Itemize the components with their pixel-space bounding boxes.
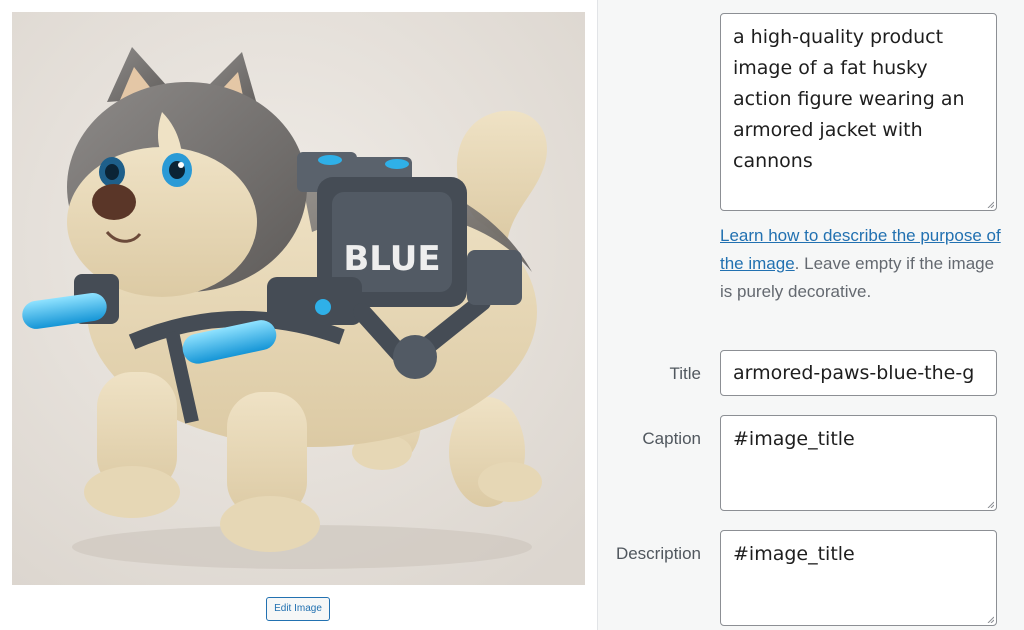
caption-field[interactable]: #image_title xyxy=(720,415,997,511)
resize-grip-icon[interactable] xyxy=(986,500,994,508)
alt-text-help: Learn how to describe the purpose of the… xyxy=(720,222,1010,306)
image-preview: BLUE xyxy=(12,12,585,585)
description-field[interactable]: #image_title xyxy=(720,530,997,626)
attachment-details-panel: a high-quality product image of a fat hu… xyxy=(597,0,1024,630)
description-value: #image_title xyxy=(733,543,855,565)
resize-grip-icon[interactable] xyxy=(986,200,994,208)
jacket-label: BLUE xyxy=(343,239,440,279)
caption-value: #image_title xyxy=(733,428,855,450)
image-preview-pane: BLUE Edit Image xyxy=(0,0,597,630)
resize-grip-icon[interactable] xyxy=(986,615,994,623)
description-label: Description xyxy=(615,544,701,563)
husky-figure-image: BLUE xyxy=(12,12,585,585)
title-field[interactable]: armored-paws-blue-the-g xyxy=(720,350,997,396)
edit-image-button[interactable]: Edit Image xyxy=(266,597,330,621)
alt-text-field[interactable]: a high-quality product image of a fat hu… xyxy=(720,13,997,211)
title-label: Title xyxy=(669,364,702,383)
caption-label: Caption xyxy=(642,429,701,448)
title-value: armored-paws-blue-the-g xyxy=(733,362,975,384)
alt-text-value: a high-quality product image of a fat hu… xyxy=(733,26,965,172)
